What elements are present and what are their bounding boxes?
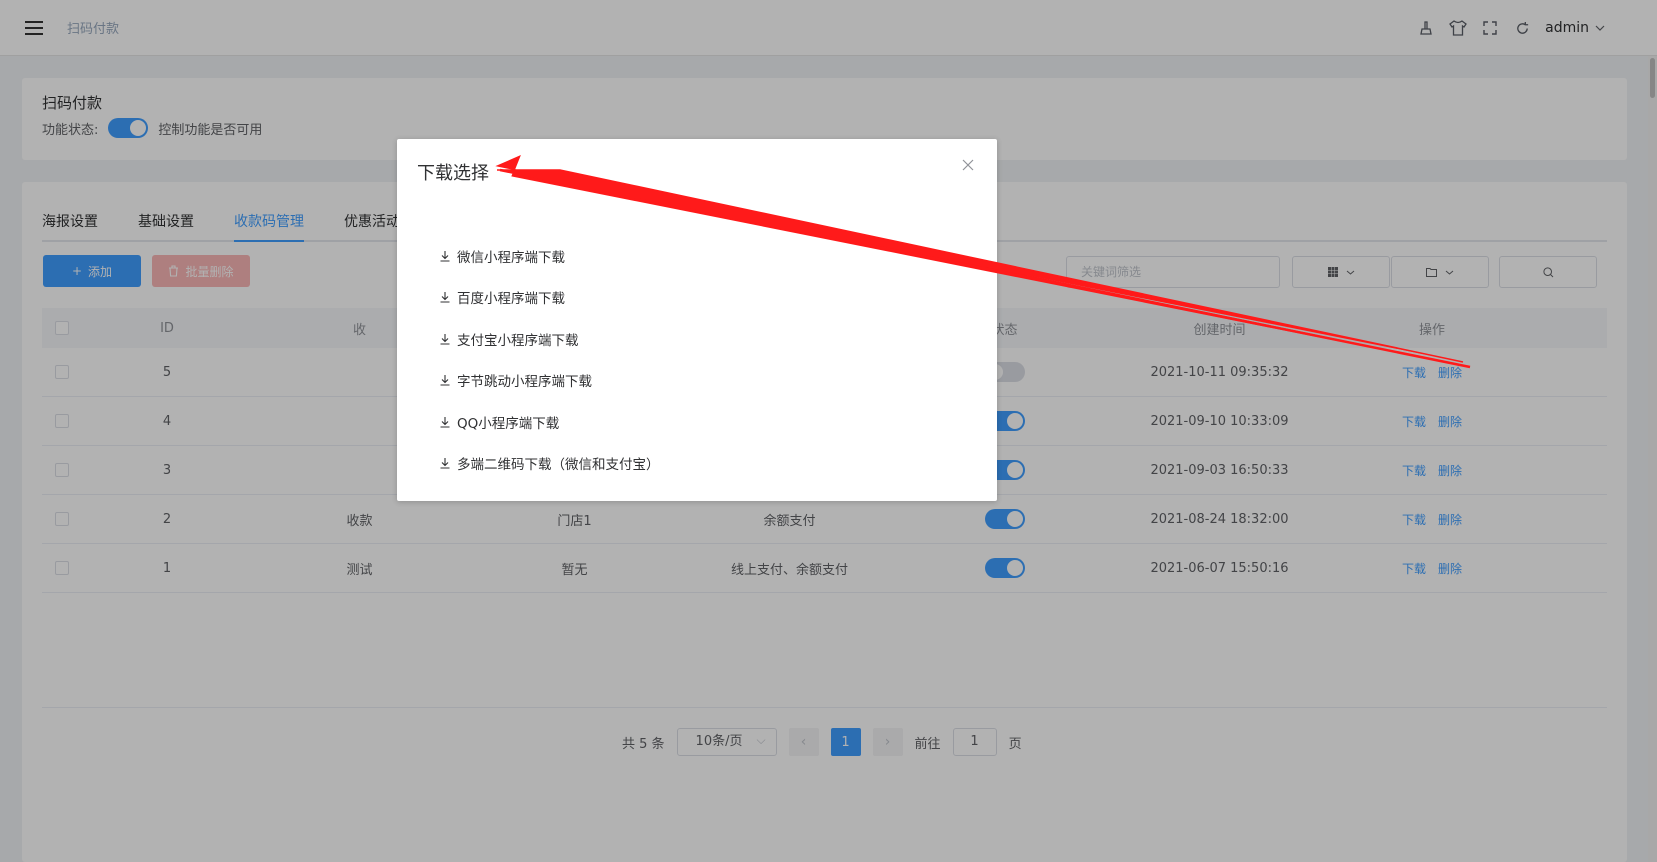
download-icon <box>440 458 450 469</box>
option-label: 百度小程序端下载 <box>457 291 565 308</box>
download-option-multi-qrcode[interactable]: 多端二维码下载（微信和支付宝） <box>439 443 660 485</box>
option-label: 字节跳动小程序端下载 <box>457 374 592 391</box>
download-icon <box>440 333 450 345</box>
download-icon <box>440 416 450 428</box>
option-label: 微信小程序端下载 <box>457 249 565 266</box>
download-option-qq[interactable]: QQ小程序端下载 <box>439 401 660 443</box>
download-dialog: 下载选择 微信小程序端下载 百度小程序端下载 支付宝小程序端下载 字节跳动小程序… <box>397 139 997 501</box>
option-label: QQ小程序端下载 <box>457 415 560 432</box>
option-label: 多端二维码下载（微信和支付宝） <box>457 457 660 474</box>
dialog-title: 下载选择 <box>417 163 489 184</box>
download-option-wechat[interactable]: 微信小程序端下载 <box>439 235 660 277</box>
close-icon[interactable] <box>959 157 977 175</box>
download-option-baidu[interactable]: 百度小程序端下载 <box>439 277 660 319</box>
download-option-bytedance[interactable]: 字节跳动小程序端下载 <box>439 360 660 402</box>
download-option-alipay[interactable]: 支付宝小程序端下载 <box>439 318 660 360</box>
download-options: 微信小程序端下载 百度小程序端下载 支付宝小程序端下载 字节跳动小程序端下载 Q… <box>439 235 660 484</box>
download-icon <box>440 292 450 303</box>
download-icon <box>440 250 450 262</box>
download-icon <box>440 375 450 386</box>
option-label: 支付宝小程序端下载 <box>457 332 579 349</box>
